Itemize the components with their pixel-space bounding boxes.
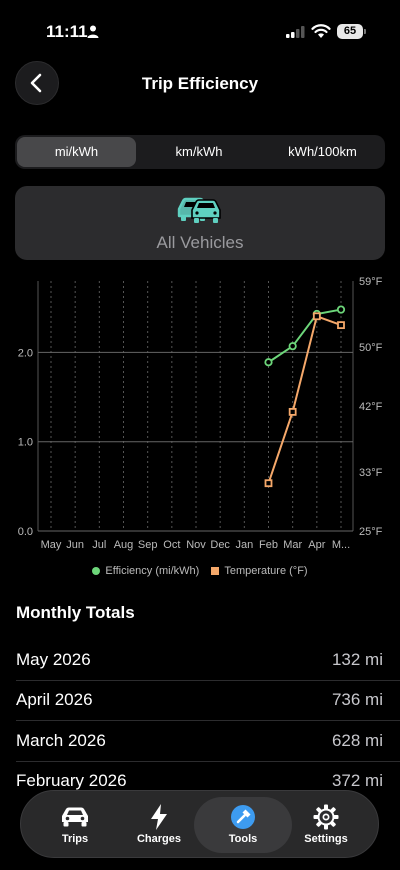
y-right-tick-label: 25°F [359,526,383,538]
vehicle-label: All Vehicles [156,233,244,252]
y-right-tick-label: 42°F [359,401,383,413]
hammer-icon [231,805,255,829]
x-tick-label: Aug [114,539,134,551]
row-month: May 2026 [16,650,91,669]
legend-label-temperature: Temperature (°F) [224,565,308,577]
cellular-signal-icon [286,26,305,38]
legend-item-efficiency: Efficiency (mi/kWh) [92,565,199,577]
y-left-tick-label: 1.0 [18,437,33,449]
row-distance: 628 mi [331,731,383,750]
efficiency-data-point [288,342,297,351]
y-right-tick-label: 50°F [359,342,383,354]
temperature-data-point [312,312,321,321]
unit-segmented-control: mi/kWh km/kWh kWh/100km [15,135,385,169]
efficiency-chart: 0.0 1.0 2.0 25°F 33°F 42°F 50°F 59°F May Jun Jul Au… [18,276,383,551]
x-tick-label: Dec [210,539,230,551]
y-right-tick-label: 33°F [359,467,383,479]
wifi-icon [311,24,331,38]
row-distance: 736 mi [331,690,383,709]
row-distance: 132 mi [331,650,383,669]
gear-icon [313,804,339,830]
x-tick-label: Jun [66,539,84,551]
tab-bar: Trips Charges Tools Settings [20,790,379,858]
row-month: March 2026 [16,731,106,750]
row-divider [16,720,400,721]
status-time: 11:11 [46,22,88,41]
y-right-tick-label: 59°F [359,276,383,288]
y-left-tick-label: 2.0 [18,347,33,359]
monthly-totals-heading: Monthly Totals [16,603,135,622]
tab-trips[interactable]: Trips [30,797,120,853]
tab-label: Settings [304,833,348,845]
monthly-total-row[interactable]: March 2026 628 mi [16,731,400,771]
temperature-data-point [337,321,345,330]
tab-charges[interactable]: Charges [114,797,204,853]
chart-legend: Efficiency (mi/kWh) Temperature (°F) [0,565,400,577]
car-icon [62,807,88,827]
row-divider [16,680,400,681]
x-tick-label: M... [332,539,350,551]
legend-item-temperature: Temperature (°F) [211,565,308,577]
monthly-total-row[interactable]: May 2026 132 mi [16,650,400,690]
legend-label-efficiency: Efficiency (mi/kWh) [105,565,200,577]
tab-label: Tools [228,833,258,845]
battery-level: 65 [337,24,363,39]
x-tick-label: Apr [308,539,325,551]
x-tick-label: Jul [92,539,106,551]
row-month: February 2026 [16,771,127,790]
x-tick-label: Mar [283,539,302,551]
x-tick-label: Jan [235,539,253,551]
person-icon [87,25,99,38]
x-tick-label: Feb [259,539,278,551]
row-month: April 2026 [16,690,93,709]
legend-marker-efficiency [92,567,101,575]
temperature-series-line [267,314,342,484]
x-tick-label: Sep [138,539,158,551]
battery-tip [364,29,366,34]
unit-option-kwh-100km[interactable]: kWh/100km [262,137,383,167]
y-left-tick-label: 0.0 [18,526,33,538]
tab-tools[interactable]: Tools [194,797,292,853]
x-tick-label: Nov [186,539,206,551]
tab-label: Trips [61,833,89,845]
efficiency-data-point [336,305,346,314]
tab-settings[interactable]: Settings [281,797,371,853]
page-title: Trip Efficiency [141,74,259,93]
efficiency-data-point [264,358,273,367]
monthly-total-row[interactable]: April 2026 736 mi [16,690,400,730]
temperature-data-point [288,407,297,416]
row-distance: 372 mi [331,771,383,790]
x-tick-label: May [41,539,62,551]
tab-label: Charges [136,833,182,845]
row-divider [16,761,400,762]
unit-option-mi-kwh[interactable]: mi/kWh [17,137,136,167]
efficiency-series-line [267,308,342,364]
lightning-bolt-icon [151,804,167,830]
unit-option-km-kwh[interactable]: km/kWh [139,137,259,167]
x-tick-label: Oct [163,539,180,551]
temperature-data-point [264,479,273,488]
two-cars-icon [177,197,221,223]
legend-marker-temperature [211,567,220,575]
